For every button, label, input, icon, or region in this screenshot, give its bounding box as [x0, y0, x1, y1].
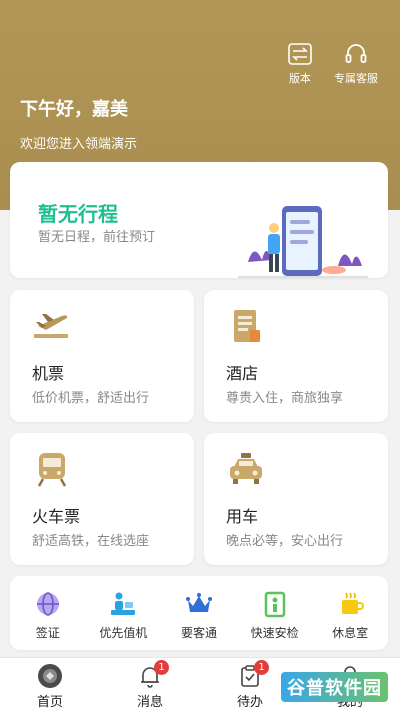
service-label: 专属客服	[334, 72, 378, 85]
car-title: 用车	[226, 507, 259, 526]
tab-home[interactable]: 首页	[0, 658, 100, 711]
crown-icon	[185, 593, 212, 612]
quick-visa-label: 签证	[35, 626, 60, 640]
hotel-icon	[234, 310, 260, 342]
quick-vip[interactable]: 要客通	[161, 576, 237, 650]
quick-checkin[interactable]: 优先值机	[86, 576, 162, 650]
train-title: 火车票	[32, 507, 81, 526]
home-icon	[37, 663, 63, 689]
quick-lounge[interactable]: 休息室	[312, 576, 388, 650]
tab-messages-label: 消息	[136, 695, 163, 710]
flight-card[interactable]: 机票 低价机票，舒适出行	[10, 290, 194, 422]
quick-visa[interactable]: 签证	[10, 576, 86, 650]
train-card[interactable]: 火车票 舒适高铁，在线选座	[10, 433, 194, 565]
globe-icon	[36, 592, 59, 616]
watermark-logo: 谷普软件园	[281, 672, 388, 702]
tab-messages[interactable]: 1 消息	[100, 658, 200, 711]
quick-vip-label: 要客通	[180, 626, 217, 640]
version-button[interactable]: 版本	[284, 42, 316, 86]
customer-service-button[interactable]: 专属客服	[328, 42, 384, 86]
flight-title: 机票	[32, 364, 65, 383]
flight-subtitle: 低价机票，舒适出行	[32, 391, 150, 406]
messages-badge: 1	[154, 660, 169, 675]
trip-title: 暂无行程	[38, 202, 118, 226]
phone-illustration-icon	[238, 206, 368, 278]
hotel-card[interactable]: 酒店 尊贵入住，商旅独享	[204, 290, 388, 422]
quick-security-label: 快速安检	[250, 626, 299, 640]
security-gate-icon	[264, 591, 285, 618]
bell-icon: 1	[137, 660, 169, 689]
train-icon	[37, 453, 67, 487]
taxi-icon	[230, 453, 262, 484]
trip-subtitle: 暂无日程，前往预订	[38, 230, 156, 245]
hotel-title: 酒店	[226, 364, 259, 383]
car-card[interactable]: 用车 晚点必等，安心出行	[204, 433, 388, 565]
car-subtitle: 晚点必等，安心出行	[226, 534, 344, 549]
checkin-icon	[111, 592, 136, 615]
welcome-text: 欢迎您进入领端演示	[20, 137, 138, 152]
headset-icon	[345, 44, 367, 63]
cup-icon	[342, 592, 365, 614]
todo-badge: 1	[254, 660, 269, 675]
train-subtitle: 舒适高铁，在线选座	[32, 534, 150, 549]
hotel-subtitle: 尊贵入住，商旅独享	[226, 391, 344, 406]
trip-card[interactable]: 暂无行程 暂无日程，前往预订	[10, 162, 388, 278]
tab-todo-label: 待办	[236, 695, 263, 710]
clipboard-icon: 1	[237, 660, 269, 689]
tab-home-label: 首页	[36, 695, 63, 710]
switch-icon	[288, 43, 312, 65]
version-label: 版本	[289, 72, 311, 85]
quick-security[interactable]: 快速安检	[237, 576, 313, 650]
quick-services: 签证 优先值机 要客通 快速安检 休息室	[10, 576, 388, 650]
quick-lounge-label: 休息室	[332, 626, 369, 640]
plane-icon	[34, 314, 68, 338]
quick-checkin-label: 优先值机	[99, 626, 148, 640]
greeting: 下午好，嘉美	[20, 99, 128, 120]
